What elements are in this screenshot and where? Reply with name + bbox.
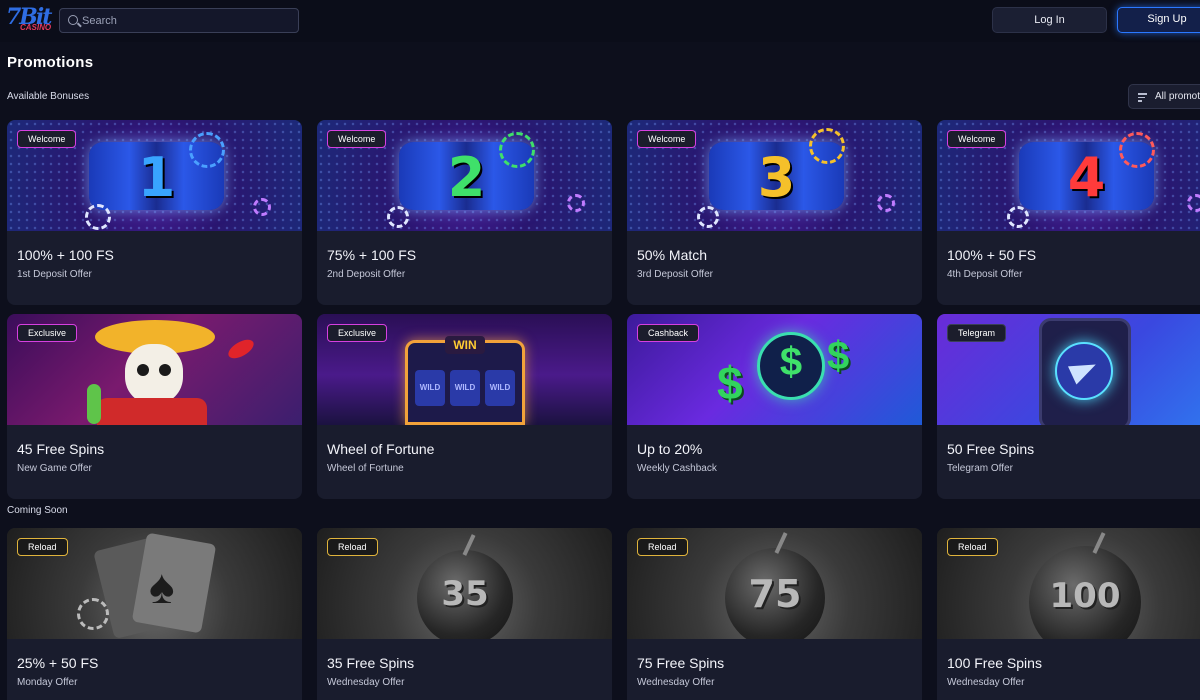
skull-icon [125,344,183,404]
skull-eye [137,364,149,376]
page-title: Promotions [7,54,94,71]
chili-icon [225,335,257,363]
chip-icon [1119,132,1155,168]
chip-icon [809,128,845,164]
promo-badge: Telegram [947,324,1007,342]
chip-icon [253,198,271,216]
promo-card[interactable]: WIN WILD WILD WILD Exclusive Wheel of Fo… [317,314,612,499]
promo-badge: Welcome [17,130,77,148]
bomb-icon: 100 [1029,546,1141,639]
promo-subtitle: Wednesday Offer [637,677,715,688]
chip-icon [1007,206,1029,228]
promo-badge: Reload [327,538,378,556]
skull-eye [159,364,171,376]
logo-wordmark: CASINO [20,23,52,32]
chip-icon [77,598,109,630]
login-button[interactable]: Log In [992,7,1107,33]
promo-title: 45 Free Spins [17,441,105,457]
promo-card[interactable]: $ $ $ Cashback Up to 20% Weekly Cashback [627,314,922,499]
promo-subtitle: New Game Offer [17,463,92,474]
promo-card[interactable]: 2 Welcome 75% + 100 FS 2nd Deposit Offer [317,120,612,305]
bomb-number: 75 [748,572,802,616]
promo-card[interactable]: 35 Reload 35 Free Spins Wednesday Offer [317,528,612,700]
promo-badge: Exclusive [327,324,388,342]
promo-subtitle: 3rd Deposit Offer [637,269,713,280]
poncho-shape [97,398,207,425]
signup-button[interactable]: Sign Up [1117,7,1200,33]
promo-title: Up to 20% [637,441,703,457]
promo-badge: Cashback [637,324,700,342]
promo-card[interactable]: 4 Welcome 100% + 50 FS 4th Deposit Offer [937,120,1200,305]
chip-icon [697,206,719,228]
promo-badge: Welcome [327,130,387,148]
promo-subtitle: Wednesday Offer [947,677,1025,688]
promo-card[interactable]: Telegram 50 Free Spins Telegram Offer [937,314,1200,499]
bomb-number: 35 [441,574,489,614]
promo-card[interactable]: 3 Welcome 50% Match 3rd Deposit Offer [627,120,922,305]
promo-badge: Reload [637,538,688,556]
promo-title: 25% + 50 FS [17,655,99,671]
promo-card[interactable]: 75 Reload 75 Free Spins Wednesday Offer [627,528,922,700]
filter-label: All promotions [1155,91,1200,102]
cactus-icon [87,384,101,424]
promo-card[interactable]: ♠ Reload 25% + 50 FS Monday Offer [7,528,302,700]
win-sign: WIN [445,336,485,354]
promo-title: 35 Free Spins [327,655,415,671]
promo-card[interactable]: 100 Reload 100 Free Spins Wednesday Offe… [937,528,1200,700]
dollar-icon: $ [827,334,850,378]
promo-subtitle: 4th Deposit Offer [947,269,1023,280]
casino-logo[interactable]: 7Bit CASINO [6,4,52,35]
wild-reel: WILD [485,370,515,406]
wild-reel: WILD [450,370,480,406]
search-input[interactable] [82,9,292,32]
promo-subtitle: 2nd Deposit Offer [327,269,406,280]
promo-badge: Reload [17,538,68,556]
bomb-icon: 75 [725,548,825,639]
promo-title: 75% + 100 FS [327,247,417,263]
dollar-icon: $ [779,340,803,384]
promo-title: 100 Free Spins [947,655,1042,671]
available-bonuses-heading: Available Bonuses [7,91,90,102]
promo-title: Wheel of Fortune [327,441,435,457]
dollar-icon: $ [717,357,743,409]
coming-soon-heading: Coming Soon [7,505,68,516]
top-bar: 7Bit CASINO Log In Sign Up [0,0,1200,42]
chip-icon [189,132,225,168]
promo-title: 100% + 100 FS [17,247,114,263]
promo-badge: Welcome [637,130,697,148]
promo-title: 50% Match [637,247,708,263]
promo-subtitle: Wednesday Offer [327,677,405,688]
search-icon [68,15,78,25]
promo-subtitle: 1st Deposit Offer [17,269,92,280]
chip-icon [499,132,535,168]
promo-title: 75 Free Spins [637,655,725,671]
promotions-filter-button[interactable]: All promotions [1128,84,1200,109]
promo-card[interactable]: 1 Welcome 100% + 100 FS 1st Deposit Offe… [7,120,302,305]
promo-subtitle: Telegram Offer [947,463,1013,474]
filter-icon [1138,93,1147,102]
promo-title: 50 Free Spins [947,441,1035,457]
promo-badge: Welcome [947,130,1007,148]
search-box[interactable] [59,8,299,33]
promo-subtitle: Weekly Cashback [637,463,717,474]
promo-badge: Exclusive [17,324,78,342]
chip-icon [387,206,409,228]
chip-icon [877,194,895,212]
promo-title: 100% + 50 FS [947,247,1037,263]
promo-badge: Reload [947,538,998,556]
bomb-number: 100 [1049,576,1121,616]
spade-icon: ♠ [149,561,175,614]
promo-subtitle: Monday Offer [17,677,78,688]
bomb-icon: 35 [417,550,513,639]
wild-reel: WILD [415,370,445,406]
chip-icon [567,194,585,212]
chip-icon [1187,194,1200,212]
chip-icon [85,204,111,230]
promo-card[interactable]: Exclusive 45 Free Spins New Game Offer [7,314,302,499]
promo-subtitle: Wheel of Fortune [327,463,404,474]
